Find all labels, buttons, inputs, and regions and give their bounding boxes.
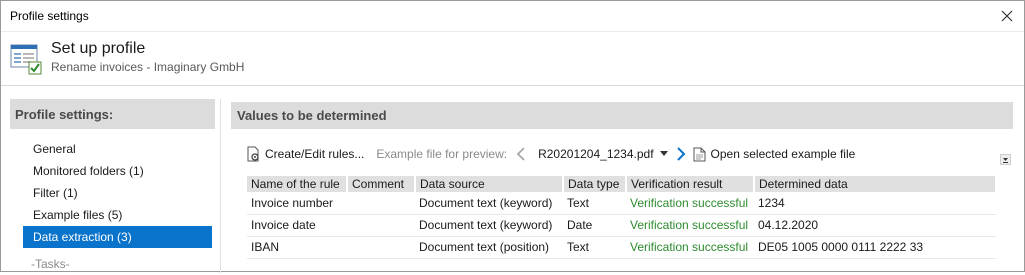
cell-comment bbox=[347, 236, 415, 259]
edit-rules-icon bbox=[245, 146, 261, 162]
cell-data-type: Text bbox=[563, 236, 626, 259]
column-header-verification-result[interactable]: Verification result bbox=[626, 176, 755, 192]
sidebar-heading: Profile settings: bbox=[10, 99, 215, 129]
next-file-button[interactable] bbox=[676, 147, 686, 161]
cell-rule-name: IBAN bbox=[247, 236, 347, 259]
toolbar-overflow-button[interactable] bbox=[1000, 154, 1011, 165]
cell-data-type: Text bbox=[563, 192, 626, 215]
cell-data-source: Document text (keyword) bbox=[415, 192, 563, 215]
cell-data-type: Date bbox=[563, 214, 626, 237]
cell-determined-data: DE05 1005 0000 0111 2222 33 bbox=[754, 236, 996, 259]
title-bar: Profile settings bbox=[1, 1, 1024, 32]
values-heading: Values to be determined bbox=[231, 102, 1013, 129]
cell-rule-name: Invoice number bbox=[247, 192, 347, 215]
example-file-value: R20201204_1234.pdf bbox=[538, 147, 654, 161]
dialog-header: Set up profile Rename invoices - Imagina… bbox=[1, 33, 1024, 85]
column-header-comment[interactable]: Comment bbox=[347, 176, 416, 192]
open-example-file-label: Open selected example file bbox=[710, 147, 856, 161]
create-edit-rules-button[interactable]: Create/Edit rules... bbox=[245, 146, 364, 162]
example-file-label: Example file for preview: bbox=[376, 147, 508, 161]
cell-comment bbox=[347, 192, 415, 215]
column-header-determined-data[interactable]: Determined data bbox=[754, 176, 997, 192]
cell-verification-result: Verification successful bbox=[626, 214, 754, 237]
table-row[interactable]: Invoice date Document text (keyword) Dat… bbox=[247, 214, 996, 237]
document-icon bbox=[693, 147, 706, 162]
sidebar-item-example-files[interactable]: Example files (5) bbox=[23, 204, 212, 226]
cell-rule-name: Invoice date bbox=[247, 214, 347, 237]
sidebar-item-data-extraction[interactable]: Data extraction (3) bbox=[23, 226, 212, 248]
column-header-data-type[interactable]: Data type bbox=[563, 176, 627, 192]
chevron-left-icon bbox=[516, 147, 525, 161]
open-example-file-button[interactable]: Open selected example file bbox=[693, 147, 856, 162]
table-row[interactable]: Invoice number Document text (keyword) T… bbox=[247, 192, 996, 215]
cell-data-source: Document text (keyword) bbox=[415, 214, 563, 237]
header-divider bbox=[1, 85, 1024, 86]
overflow-chevron-icon bbox=[1000, 154, 1011, 165]
rules-toolbar: Create/Edit rules... Example file for pr… bbox=[245, 142, 1015, 166]
create-edit-rules-label: Create/Edit rules... bbox=[265, 147, 365, 161]
cell-determined-data: 1234 bbox=[754, 192, 996, 215]
chevron-down-icon bbox=[659, 151, 668, 156]
cell-verification-result: Verification successful bbox=[626, 192, 754, 215]
chevron-right-icon bbox=[676, 147, 685, 161]
rules-table: Name of the rule Comment Data source Dat… bbox=[247, 176, 997, 259]
panel-divider bbox=[220, 99, 221, 273]
table-row[interactable]: IBAN Document text (position) Text Verif… bbox=[247, 236, 996, 259]
profile-settings-sidebar: Profile settings: General Monitored fold… bbox=[10, 99, 215, 273]
sidebar-item-filter[interactable]: Filter (1) bbox=[23, 182, 212, 204]
profile-settings-icon bbox=[10, 43, 42, 75]
close-icon bbox=[1001, 10, 1013, 22]
window-title: Profile settings bbox=[10, 9, 89, 23]
table-header-row: Name of the rule Comment Data source Dat… bbox=[247, 176, 997, 192]
sidebar-item-monitored-folders[interactable]: Monitored folders (1) bbox=[23, 160, 212, 182]
header-title: Set up profile bbox=[51, 40, 146, 57]
previous-file-button[interactable] bbox=[516, 147, 526, 161]
close-button[interactable] bbox=[996, 5, 1018, 27]
values-panel: Values to be determined Create/Edit rule… bbox=[231, 102, 1013, 273]
cell-verification-result: Verification successful bbox=[626, 236, 754, 259]
example-file-dropdown[interactable]: R20201204_1234.pdf bbox=[538, 147, 668, 161]
column-header-name[interactable]: Name of the rule bbox=[247, 176, 348, 192]
profile-settings-window: Profile settings Set up profile Rename i… bbox=[0, 0, 1025, 273]
sidebar-nav: General Monitored folders (1) Filter (1)… bbox=[23, 138, 212, 275]
header-subtitle: Rename invoices - Imaginary GmbH bbox=[51, 60, 245, 74]
column-header-data-source[interactable]: Data source bbox=[415, 176, 564, 192]
cell-data-source: Document text (position) bbox=[415, 236, 563, 259]
cell-comment bbox=[347, 214, 415, 237]
cell-determined-data: 04.12.2020 bbox=[754, 214, 996, 237]
sidebar-item-general[interactable]: General bbox=[23, 138, 212, 160]
